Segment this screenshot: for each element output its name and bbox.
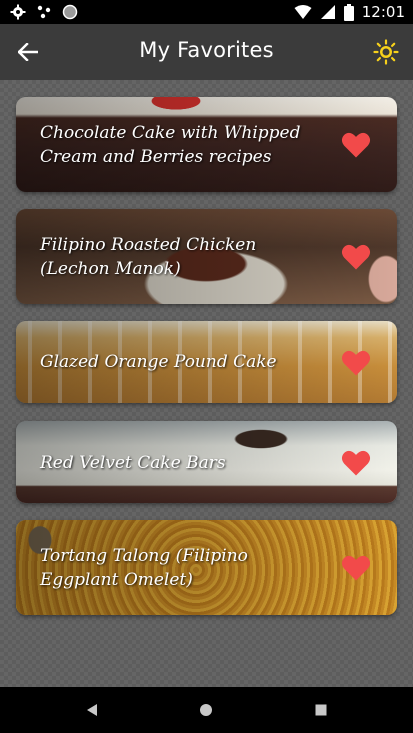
theme-toggle-button[interactable] xyxy=(371,37,401,67)
recipe-title: Chocolate Cake with Whipped Cream and Be… xyxy=(40,123,301,167)
heart-icon[interactable] xyxy=(341,349,371,377)
data-dots-icon xyxy=(37,5,51,19)
recipe-card[interactable]: Red Velvet Cake Bars xyxy=(16,421,397,503)
heart-icon[interactable] xyxy=(341,243,371,271)
recipe-title: Glazed Orange Pound Cake xyxy=(40,352,277,372)
nav-back-button[interactable] xyxy=(81,699,103,721)
recipe-card[interactable]: Chocolate Cake with Whipped Cream and Be… xyxy=(16,97,397,192)
nav-recents-button[interactable] xyxy=(310,699,332,721)
nav-home-button[interactable] xyxy=(195,699,217,721)
recipe-title: Tortang Talong (Filipino Eggplant Omelet… xyxy=(40,546,248,590)
home-circle-icon xyxy=(200,704,212,716)
recipe-title: Red Velvet Cake Bars xyxy=(40,453,226,473)
status-bar: 12:01 xyxy=(0,0,413,24)
recipe-title: Filipino Roasted Chicken (Lechon Manok) xyxy=(40,235,257,279)
gear-icon xyxy=(10,4,26,20)
favorites-list: Chocolate Cake with Whipped Cream and Be… xyxy=(0,80,413,687)
navigation-bar xyxy=(0,687,413,733)
status-time: 12:01 xyxy=(361,3,405,21)
recipe-card[interactable]: Tortang Talong (Filipino Eggplant Omelet… xyxy=(16,520,397,615)
recipe-card[interactable]: Filipino Roasted Chicken (Lechon Manok) xyxy=(16,209,397,304)
sun-icon xyxy=(373,39,399,65)
heart-icon[interactable] xyxy=(341,131,371,159)
recents-square-icon xyxy=(315,704,327,716)
wifi-icon xyxy=(294,5,312,19)
app-bar: My Favorites xyxy=(0,24,413,80)
heart-icon[interactable] xyxy=(341,554,371,582)
circle-icon xyxy=(62,4,78,20)
battery-icon xyxy=(343,3,354,21)
page-title: My Favorites xyxy=(139,38,274,62)
recipe-card[interactable]: Glazed Orange Pound Cake xyxy=(16,321,397,403)
back-triangle-icon xyxy=(87,704,97,716)
signal-icon xyxy=(320,5,335,19)
heart-icon[interactable] xyxy=(341,449,371,477)
